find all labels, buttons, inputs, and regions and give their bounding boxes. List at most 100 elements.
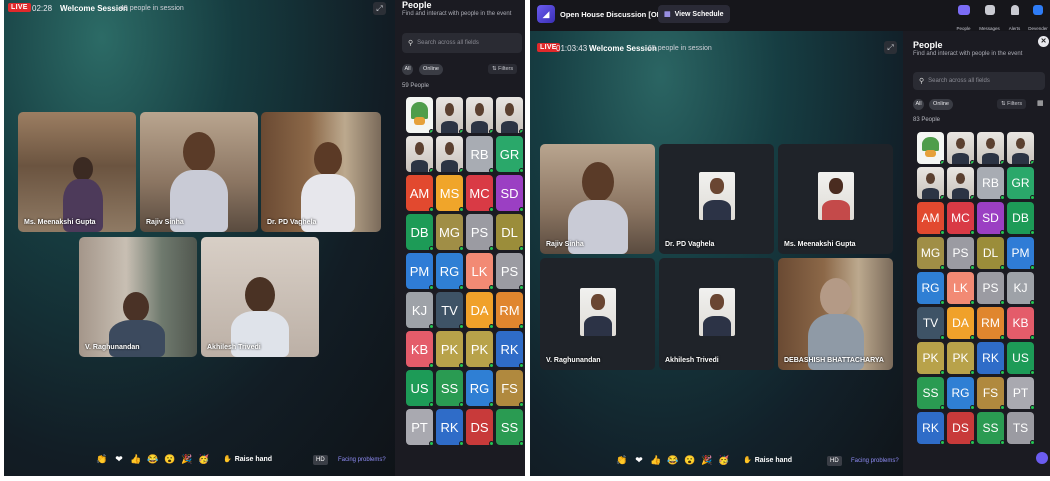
- avatar-initials[interactable]: US: [406, 370, 434, 407]
- avatar-initials[interactable]: FS: [496, 370, 524, 407]
- avatar-initials[interactable]: RK: [977, 342, 1005, 375]
- celebrate-icon[interactable]: 🥳: [198, 453, 210, 465]
- avatar-initials[interactable]: MS: [436, 175, 464, 212]
- avatar-initials[interactable]: SD: [977, 202, 1005, 235]
- avatar-initials[interactable]: RG: [466, 370, 494, 407]
- avatar-initials[interactable]: KJ: [1007, 272, 1035, 305]
- video-tile[interactable]: Dr. PD Vaghela: [261, 112, 381, 232]
- avatar-initials[interactable]: PK: [917, 342, 945, 375]
- view-schedule-button[interactable]: ▦ View Schedule: [658, 5, 730, 23]
- avatar-initials[interactable]: DS: [947, 412, 975, 445]
- avatar-photo[interactable]: [496, 97, 523, 133]
- avatar-logo[interactable]: [406, 97, 433, 133]
- avatar-initials[interactable]: TV: [917, 307, 945, 340]
- avatar-initials[interactable]: KJ: [406, 292, 434, 329]
- avatar-initials[interactable]: PM: [406, 253, 434, 290]
- video-tile[interactable]: Akhilesh Trivedi: [659, 258, 774, 370]
- avatar-initials[interactable]: PS: [466, 214, 494, 251]
- clap-icon[interactable]: 👏: [96, 453, 108, 465]
- avatar-logo[interactable]: [917, 132, 944, 164]
- video-tile[interactable]: V. Raghunandan: [540, 258, 655, 370]
- heart-icon[interactable]: ❤: [113, 453, 125, 465]
- avatar-initials[interactable]: US: [1007, 342, 1035, 375]
- avatar-initials[interactable]: RK: [917, 412, 945, 445]
- filters-button[interactable]: ⇅ Filters: [488, 64, 518, 74]
- avatar-photo[interactable]: [947, 132, 974, 164]
- video-tile[interactable]: Ms. Meenakshi Gupta: [778, 144, 893, 254]
- avatar-initials[interactable]: GR: [1007, 167, 1035, 200]
- avatar-initials[interactable]: PT: [406, 409, 434, 446]
- raise-hand-button[interactable]: ✋ Raise hand: [743, 456, 792, 465]
- avatar-photo[interactable]: [917, 167, 944, 199]
- avatar-initials[interactable]: MC: [947, 202, 975, 235]
- people-search-input[interactable]: ⚲ Search across all fields: [913, 72, 1045, 90]
- avatar-initials[interactable]: RK: [496, 331, 524, 368]
- avatar-initials[interactable]: FS: [977, 377, 1005, 410]
- filter-all-tab[interactable]: All: [402, 64, 413, 75]
- avatar-initials[interactable]: SS: [977, 412, 1005, 445]
- avatar-initials[interactable]: RK: [436, 409, 464, 446]
- avatar-initials[interactable]: RB: [977, 167, 1005, 200]
- avatar-initials[interactable]: KB: [406, 331, 434, 368]
- avatar-initials[interactable]: DS: [466, 409, 494, 446]
- avatar-initials[interactable]: MC: [466, 175, 494, 212]
- thumbs-up-icon[interactable]: 👍: [130, 453, 142, 465]
- video-tile[interactable]: Rajiv Sinha: [140, 112, 258, 232]
- avatar-initials[interactable]: PS: [947, 237, 975, 270]
- avatar-initials[interactable]: SS: [917, 377, 945, 410]
- avatar-initials[interactable]: TV: [436, 292, 464, 329]
- avatar-initials[interactable]: SS: [436, 370, 464, 407]
- avatar-photo[interactable]: [1007, 132, 1034, 164]
- fullscreen-icon[interactable]: ⤢: [884, 41, 897, 54]
- laugh-icon[interactable]: 😂: [667, 454, 679, 466]
- video-tile[interactable]: Akhilesh Trivedi: [201, 237, 319, 357]
- raise-hand-button[interactable]: ✋ Raise hand: [223, 455, 272, 464]
- wow-icon[interactable]: 😮: [164, 453, 176, 465]
- close-icon[interactable]: ✕: [1038, 36, 1049, 47]
- nav-messages[interactable]: Messages: [976, 3, 1003, 31]
- video-tile[interactable]: Rajiv Sinha: [540, 144, 655, 254]
- avatar-initials[interactable]: AM: [406, 175, 434, 212]
- avatar-initials[interactable]: DL: [496, 214, 524, 251]
- avatar-photo[interactable]: [436, 97, 463, 133]
- video-tile[interactable]: DEBASHISH BHATTACHARYA: [778, 258, 893, 370]
- facing-problems-link[interactable]: Facing problems?: [338, 457, 386, 463]
- wow-icon[interactable]: 😮: [684, 454, 696, 466]
- avatar-initials[interactable]: RM: [977, 307, 1005, 340]
- fullscreen-icon[interactable]: ⤢: [373, 2, 386, 15]
- avatar-initials[interactable]: KB: [1007, 307, 1035, 340]
- avatar-initials[interactable]: LK: [466, 253, 494, 290]
- avatar-initials[interactable]: LK: [947, 272, 975, 305]
- avatar-initials[interactable]: MG: [917, 237, 945, 270]
- nav-people[interactable]: People: [950, 3, 977, 31]
- party-icon[interactable]: 🎉: [701, 454, 713, 466]
- avatar-initials[interactable]: GR: [496, 136, 524, 173]
- avatar-initials[interactable]: RG: [947, 377, 975, 410]
- avatar-initials[interactable]: PK: [466, 331, 494, 368]
- avatar-initials[interactable]: RG: [436, 253, 464, 290]
- avatar-photo[interactable]: [947, 167, 974, 199]
- avatar-initials[interactable]: AM: [917, 202, 945, 235]
- quality-selector[interactable]: HD: [827, 456, 842, 466]
- people-search-input[interactable]: ⚲ Search across all fields: [402, 33, 522, 53]
- quality-selector[interactable]: HD: [313, 455, 328, 465]
- chat-widget-icon[interactable]: [1036, 452, 1048, 464]
- facing-problems-link[interactable]: Facing problems?: [851, 458, 899, 464]
- avatar-initials[interactable]: SD: [496, 175, 524, 212]
- party-icon[interactable]: 🎉: [181, 453, 193, 465]
- avatar-photo[interactable]: [466, 97, 493, 133]
- avatar-initials[interactable]: PT: [1007, 377, 1035, 410]
- avatar-initials[interactable]: DB: [406, 214, 434, 251]
- avatar-initials[interactable]: PM: [1007, 237, 1035, 270]
- filter-all-tab[interactable]: All: [913, 99, 924, 110]
- avatar-initials[interactable]: PS: [977, 272, 1005, 305]
- filter-online-tab[interactable]: Online: [419, 64, 443, 75]
- avatar-initials[interactable]: DA: [466, 292, 494, 329]
- clap-icon[interactable]: 👏: [616, 454, 628, 466]
- video-tile[interactable]: V. Raghunandan: [79, 237, 197, 357]
- avatar-initials[interactable]: TS: [1007, 412, 1035, 445]
- avatar-photo[interactable]: [977, 132, 1004, 164]
- avatar-initials[interactable]: RB: [466, 136, 494, 173]
- avatar-initials[interactable]: DL: [977, 237, 1005, 270]
- avatar-initials[interactable]: PK: [947, 342, 975, 375]
